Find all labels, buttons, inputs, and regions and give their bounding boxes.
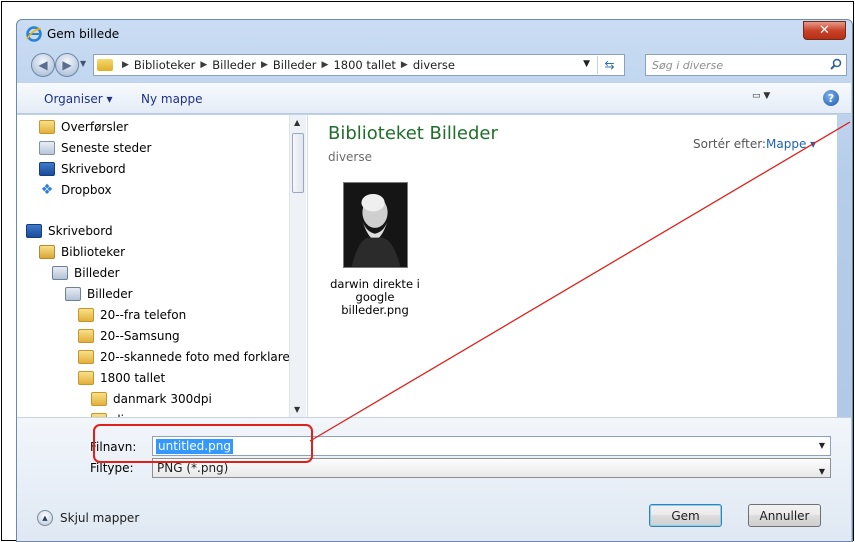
change-view-button[interactable]: ▭ ▼: [752, 91, 784, 107]
save-button[interactable]: Gem: [649, 504, 722, 527]
dropbox-icon: ❖: [40, 182, 54, 198]
back-arrow-icon: ◀: [38, 58, 48, 72]
nav-item-folder[interactable]: 20--Samsung: [78, 326, 180, 346]
scroll-down-icon[interactable]: ▼: [294, 405, 300, 414]
breadcrumb-separator-icon[interactable]: ▶: [200, 60, 207, 70]
nav-item-downloads[interactable]: Overførsler: [39, 117, 128, 137]
breadcrumb-item[interactable]: Billeder: [212, 58, 256, 72]
recent-places-icon: [39, 141, 55, 155]
nav-item-pictures-library[interactable]: Billeder: [52, 263, 120, 283]
nav-item-label: Billeder: [87, 287, 133, 301]
breadcrumb-separator-icon[interactable]: ▶: [261, 60, 268, 70]
hide-folders-button[interactable]: ▲ Skjul mapper: [37, 510, 139, 526]
image-thumbnail: [343, 182, 408, 268]
nav-item-label: 20--Samsung: [100, 329, 180, 343]
scrollbar-thumb[interactable]: [292, 133, 304, 193]
filename-dropdown-icon[interactable]: ▼: [819, 441, 825, 450]
nav-item-folder[interactable]: 20--fra telefon: [78, 305, 186, 325]
nav-item-label: 1800 tallet: [100, 371, 166, 385]
organise-menu-button[interactable]: Organiser ▾: [44, 92, 112, 106]
search-input[interactable]: Søg i diverse: [645, 54, 847, 76]
nav-pane-scrollbar[interactable]: ▲ ▼: [289, 115, 306, 417]
nav-item-folder[interactable]: 20--skannede foto med forklarenc: [78, 347, 304, 367]
filetype-dropdown-icon[interactable]: ▼: [819, 463, 825, 481]
collapse-up-icon: ▲: [37, 510, 53, 526]
breadcrumb-item[interactable]: 1800 tallet: [333, 58, 395, 72]
address-dropdown-icon[interactable]: ▼: [583, 59, 590, 69]
close-icon: ✕: [819, 23, 830, 38]
libraries-icon: [39, 245, 55, 259]
help-icon[interactable]: ?: [823, 90, 839, 106]
breadcrumb-separator-icon[interactable]: ▶: [122, 60, 129, 70]
sort-label: Sortér efter:: [693, 137, 766, 151]
filetype-value: PNG (*.png): [157, 461, 229, 475]
address-bar[interactable]: ▶ Biblioteker ▶ Billeder ▶ Billeder ▶ 18…: [93, 54, 625, 76]
internet-explorer-icon: [26, 26, 42, 42]
downloads-folder-icon: [39, 120, 55, 134]
title-bar[interactable]: Gem billede ✕: [17, 20, 852, 48]
forward-button[interactable]: ▶: [55, 53, 79, 77]
nav-item-folder[interactable]: 1800 tallet: [78, 368, 165, 388]
nav-item-label: Billeder: [74, 266, 120, 280]
nav-item-recent-places[interactable]: Seneste steder: [39, 138, 151, 158]
pictures-folder-icon: [65, 287, 81, 301]
folder-icon: [78, 329, 94, 343]
file-name-label: darwin direkte i google billeder.png: [330, 277, 420, 317]
nav-item-label: Seneste steder: [61, 141, 152, 155]
forward-arrow-icon: ▶: [62, 58, 72, 72]
hide-folders-label: Skjul mapper: [60, 511, 140, 525]
library-subtitle: diverse: [328, 150, 373, 164]
nav-item-label: Skrivebord: [61, 162, 126, 176]
new-folder-button[interactable]: Ny mappe: [141, 92, 203, 106]
nav-item-label: Dropbox: [61, 183, 112, 197]
toolbar: Organiser ▾ Ny mappe ▭ ▼ ?: [17, 82, 851, 114]
folder-icon: [78, 350, 94, 364]
breadcrumb-item[interactable]: diverse: [413, 58, 455, 72]
folder-icon: [91, 392, 107, 406]
breadcrumb-separator-icon[interactable]: ▶: [322, 60, 329, 70]
search-icon[interactable]: [830, 58, 842, 70]
refresh-button[interactable]: ⇆: [597, 56, 621, 74]
address-row: ◀ ▶ ▼ ▶ Biblioteker ▶ Billeder ▶ Billede…: [17, 48, 852, 80]
library-title: Biblioteket Billeder: [328, 123, 498, 144]
annotation-highlight-box: [93, 424, 313, 463]
nav-item-pictures-folder[interactable]: Billeder: [65, 284, 133, 304]
nav-item-label: Biblioteker: [61, 245, 126, 259]
search-placeholder: Søg i diverse: [652, 58, 724, 72]
nav-item-folder[interactable]: danmark 300dpi: [91, 389, 212, 409]
file-list-pane[interactable]: Biblioteket Billeder diverse Sortér efte…: [307, 115, 837, 417]
pictures-library-icon: [52, 266, 68, 280]
desktop-icon: [26, 224, 42, 238]
recent-pages-dropdown-icon[interactable]: ▼: [80, 59, 86, 68]
breadcrumb-item[interactable]: Billeder: [273, 58, 317, 72]
filetype-label: Filtype:: [90, 461, 134, 475]
nav-item-label: Skrivebord: [48, 224, 113, 238]
close-button[interactable]: ✕: [803, 21, 846, 40]
folder-icon: [78, 371, 94, 385]
sort-dropdown[interactable]: Mappe ▾: [766, 137, 816, 151]
navigation-pane[interactable]: Overførsler Seneste steder Skrivebord ❖ D…: [17, 115, 307, 424]
back-button[interactable]: ◀: [31, 53, 55, 77]
breadcrumb-separator-icon[interactable]: ▶: [401, 60, 408, 70]
window-title: Gem billede: [47, 27, 120, 41]
scroll-up-icon[interactable]: ▲: [294, 118, 300, 127]
nav-item-label: danmark 300dpi: [113, 392, 212, 406]
nav-item-label: 20--skannede foto med forklarenc: [100, 350, 305, 364]
folder-icon: [97, 59, 113, 71]
nav-item-libraries[interactable]: Biblioteker: [39, 242, 125, 262]
nav-item-label: Overførsler: [61, 120, 129, 134]
folder-icon: [78, 308, 94, 322]
nav-item-dropbox[interactable]: ❖ Dropbox: [39, 180, 112, 200]
desktop-icon: [39, 162, 55, 176]
nav-item-label: 20--fra telefon: [100, 308, 187, 322]
nav-item-desktop-root[interactable]: Skrivebord: [26, 221, 113, 241]
breadcrumb-item[interactable]: Biblioteker: [134, 58, 195, 72]
nav-item-desktop[interactable]: Skrivebord: [39, 159, 126, 179]
cancel-button[interactable]: Annuller: [748, 504, 821, 527]
